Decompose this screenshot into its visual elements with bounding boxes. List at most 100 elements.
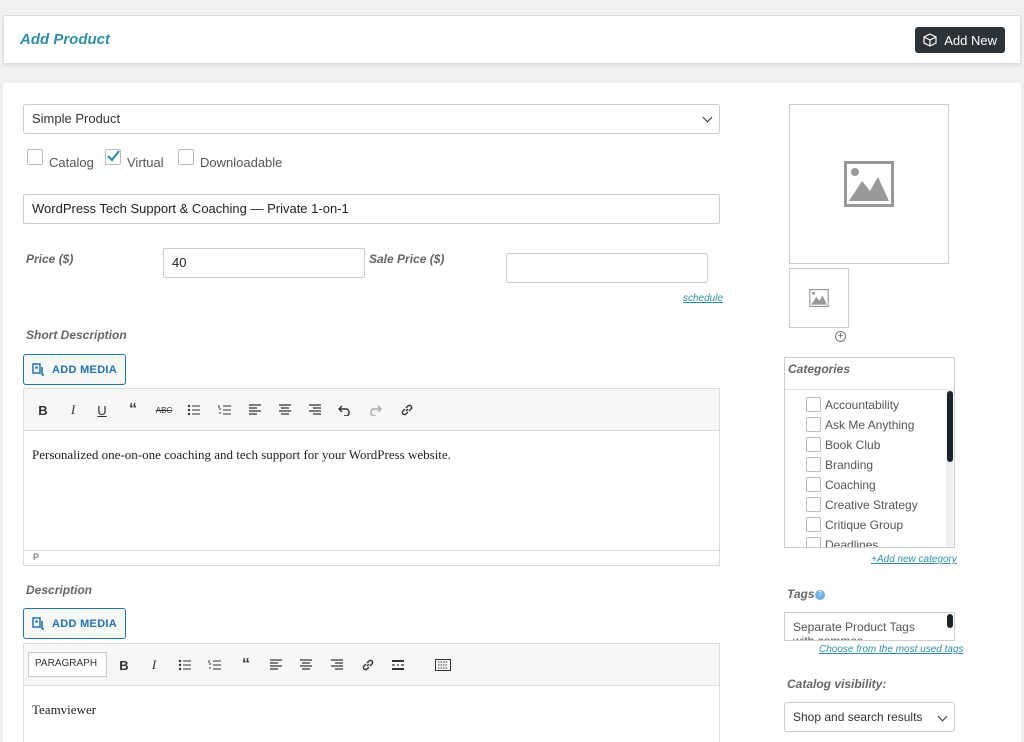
tags-input[interactable]: Separate Product Tags with commas — [784, 612, 955, 641]
italic-icon[interactable]: I — [64, 401, 82, 419]
add-new-label: Add New — [944, 32, 997, 48]
category-label: Deadlines — [825, 537, 879, 548]
category-item[interactable]: Deadlines — [806, 537, 879, 548]
page-header: Add Product Add New — [3, 15, 1021, 64]
category-checkbox[interactable] — [806, 417, 821, 432]
redo-icon[interactable] — [366, 401, 384, 419]
page-title: Add Product — [20, 31, 110, 48]
description-content[interactable]: Teamviewer — [24, 688, 719, 732]
underline-icon[interactable]: U — [93, 401, 111, 419]
add-media-label: ADD MEDIA — [52, 363, 118, 376]
italic-icon[interactable]: I — [145, 656, 163, 674]
editor-statusbar: P — [24, 550, 719, 565]
undo-icon[interactable] — [336, 401, 354, 419]
chevron-down-icon — [937, 711, 948, 722]
category-checkbox[interactable] — [806, 517, 821, 532]
link-icon[interactable] — [359, 656, 377, 674]
box-icon — [923, 33, 937, 47]
sale-price-label: Sale Price ($) — [369, 252, 445, 266]
category-checkbox[interactable] — [806, 397, 821, 412]
category-item[interactable]: Book Club — [806, 437, 880, 452]
category-checkbox[interactable] — [806, 537, 821, 547]
align-center-icon[interactable] — [276, 401, 294, 419]
sale-price-input[interactable] — [506, 253, 708, 283]
category-label: Critique Group — [825, 517, 904, 532]
description-add-media-button[interactable]: ADD MEDIA — [23, 608, 127, 639]
align-right-icon[interactable] — [328, 656, 346, 674]
category-checkbox[interactable] — [806, 477, 821, 492]
price-label: Price ($) — [26, 252, 74, 266]
image-placeholder-icon — [809, 289, 829, 307]
category-label: Ask Me Anything — [825, 417, 915, 432]
downloadable-label: Downloadable — [200, 155, 283, 170]
add-gallery-image-icon[interactable]: + — [835, 331, 846, 342]
catalog-visibility-select[interactable]: Shop and search results — [784, 702, 955, 732]
align-center-icon[interactable] — [297, 656, 315, 674]
path-indicator: P — [33, 552, 40, 562]
category-label: Creative Strategy — [825, 497, 918, 512]
virtual-checkbox[interactable] — [105, 149, 121, 165]
category-label: Branding — [825, 457, 874, 472]
category-item[interactable]: Creative Strategy — [806, 497, 918, 512]
chevron-down-icon — [702, 112, 713, 123]
scrollbar-thumb[interactable] — [947, 391, 953, 462]
numbered-list-icon[interactable] — [216, 401, 234, 419]
category-item[interactable]: Ask Me Anything — [806, 417, 914, 432]
virtual-label: Virtual — [127, 155, 164, 170]
short-description-label: Short Description — [26, 328, 127, 342]
catalog-label: Catalog — [49, 155, 94, 170]
catalog-checkbox[interactable] — [27, 149, 43, 165]
align-right-icon[interactable] — [306, 401, 324, 419]
category-item[interactable]: Coaching — [806, 477, 876, 492]
add-new-category-link[interactable]: +Add new category — [871, 554, 957, 565]
product-image-placeholder[interactable] — [789, 104, 949, 264]
product-type-select[interactable]: Simple Product — [23, 104, 720, 134]
blockquote-icon[interactable]: “ — [237, 656, 255, 674]
strikethrough-icon[interactable]: ABC — [155, 401, 173, 419]
categories-title: Categories — [788, 362, 851, 376]
category-label: Book Club — [825, 437, 881, 452]
product-name-input[interactable]: WordPress Tech Support & Coaching — Priv… — [23, 194, 720, 224]
category-item[interactable]: Branding — [806, 457, 873, 472]
category-item[interactable]: Accountability — [806, 397, 899, 412]
help-icon[interactable]: ? — [815, 590, 825, 600]
short-description-editor: B I U “ ABC Personalized one-on-one coac… — [23, 388, 720, 566]
read-more-icon[interactable] — [389, 656, 407, 674]
scrollbar-thumb[interactable] — [947, 614, 953, 628]
catalog-visibility-value: Shop and search results — [793, 710, 923, 724]
add-media-label: ADD MEDIA — [52, 617, 118, 630]
blockquote-icon[interactable]: “ — [124, 401, 142, 419]
toolbar-toggle-icon[interactable] — [434, 656, 452, 674]
category-label: Coaching — [825, 477, 876, 492]
image-placeholder-icon — [844, 161, 894, 207]
short-description-add-media-button[interactable]: ADD MEDIA — [23, 354, 127, 385]
align-left-icon[interactable] — [246, 401, 264, 419]
divider — [785, 389, 954, 390]
link-icon[interactable] — [398, 401, 416, 419]
numbered-list-icon[interactable] — [206, 656, 224, 674]
price-input[interactable]: 40 — [163, 248, 365, 278]
short-description-content[interactable]: Personalized one-on-one coaching and tec… — [24, 433, 719, 477]
schedule-link[interactable]: schedule — [683, 293, 723, 304]
category-checkbox[interactable] — [806, 457, 821, 472]
add-new-button[interactable]: Add New — [915, 27, 1005, 53]
media-icon — [32, 362, 44, 376]
bold-icon[interactable]: B — [34, 401, 52, 419]
category-checkbox[interactable] — [806, 497, 821, 512]
choose-tags-link[interactable]: Choose from the most used tags — [819, 644, 964, 655]
category-label: Accountability — [825, 397, 900, 412]
category-checkbox[interactable] — [806, 437, 821, 452]
format-select[interactable]: PARAGRAPH — [28, 652, 107, 677]
checkmark-icon — [107, 150, 120, 162]
gallery-image-placeholder[interactable] — [789, 268, 849, 328]
bullet-list-icon[interactable] — [176, 656, 194, 674]
tags-label: Tags — [787, 587, 815, 601]
category-item[interactable]: Critique Group — [806, 517, 903, 532]
catalog-visibility-label: Catalog visibility: — [787, 677, 887, 691]
product-type-value: Simple Product — [32, 111, 121, 126]
bullet-list-icon[interactable] — [185, 401, 203, 419]
description-editor: PARAGRAPH B I “ Teamviewer — [23, 643, 720, 742]
downloadable-checkbox[interactable] — [178, 149, 194, 165]
align-left-icon[interactable] — [267, 656, 285, 674]
bold-icon[interactable]: B — [115, 656, 133, 674]
